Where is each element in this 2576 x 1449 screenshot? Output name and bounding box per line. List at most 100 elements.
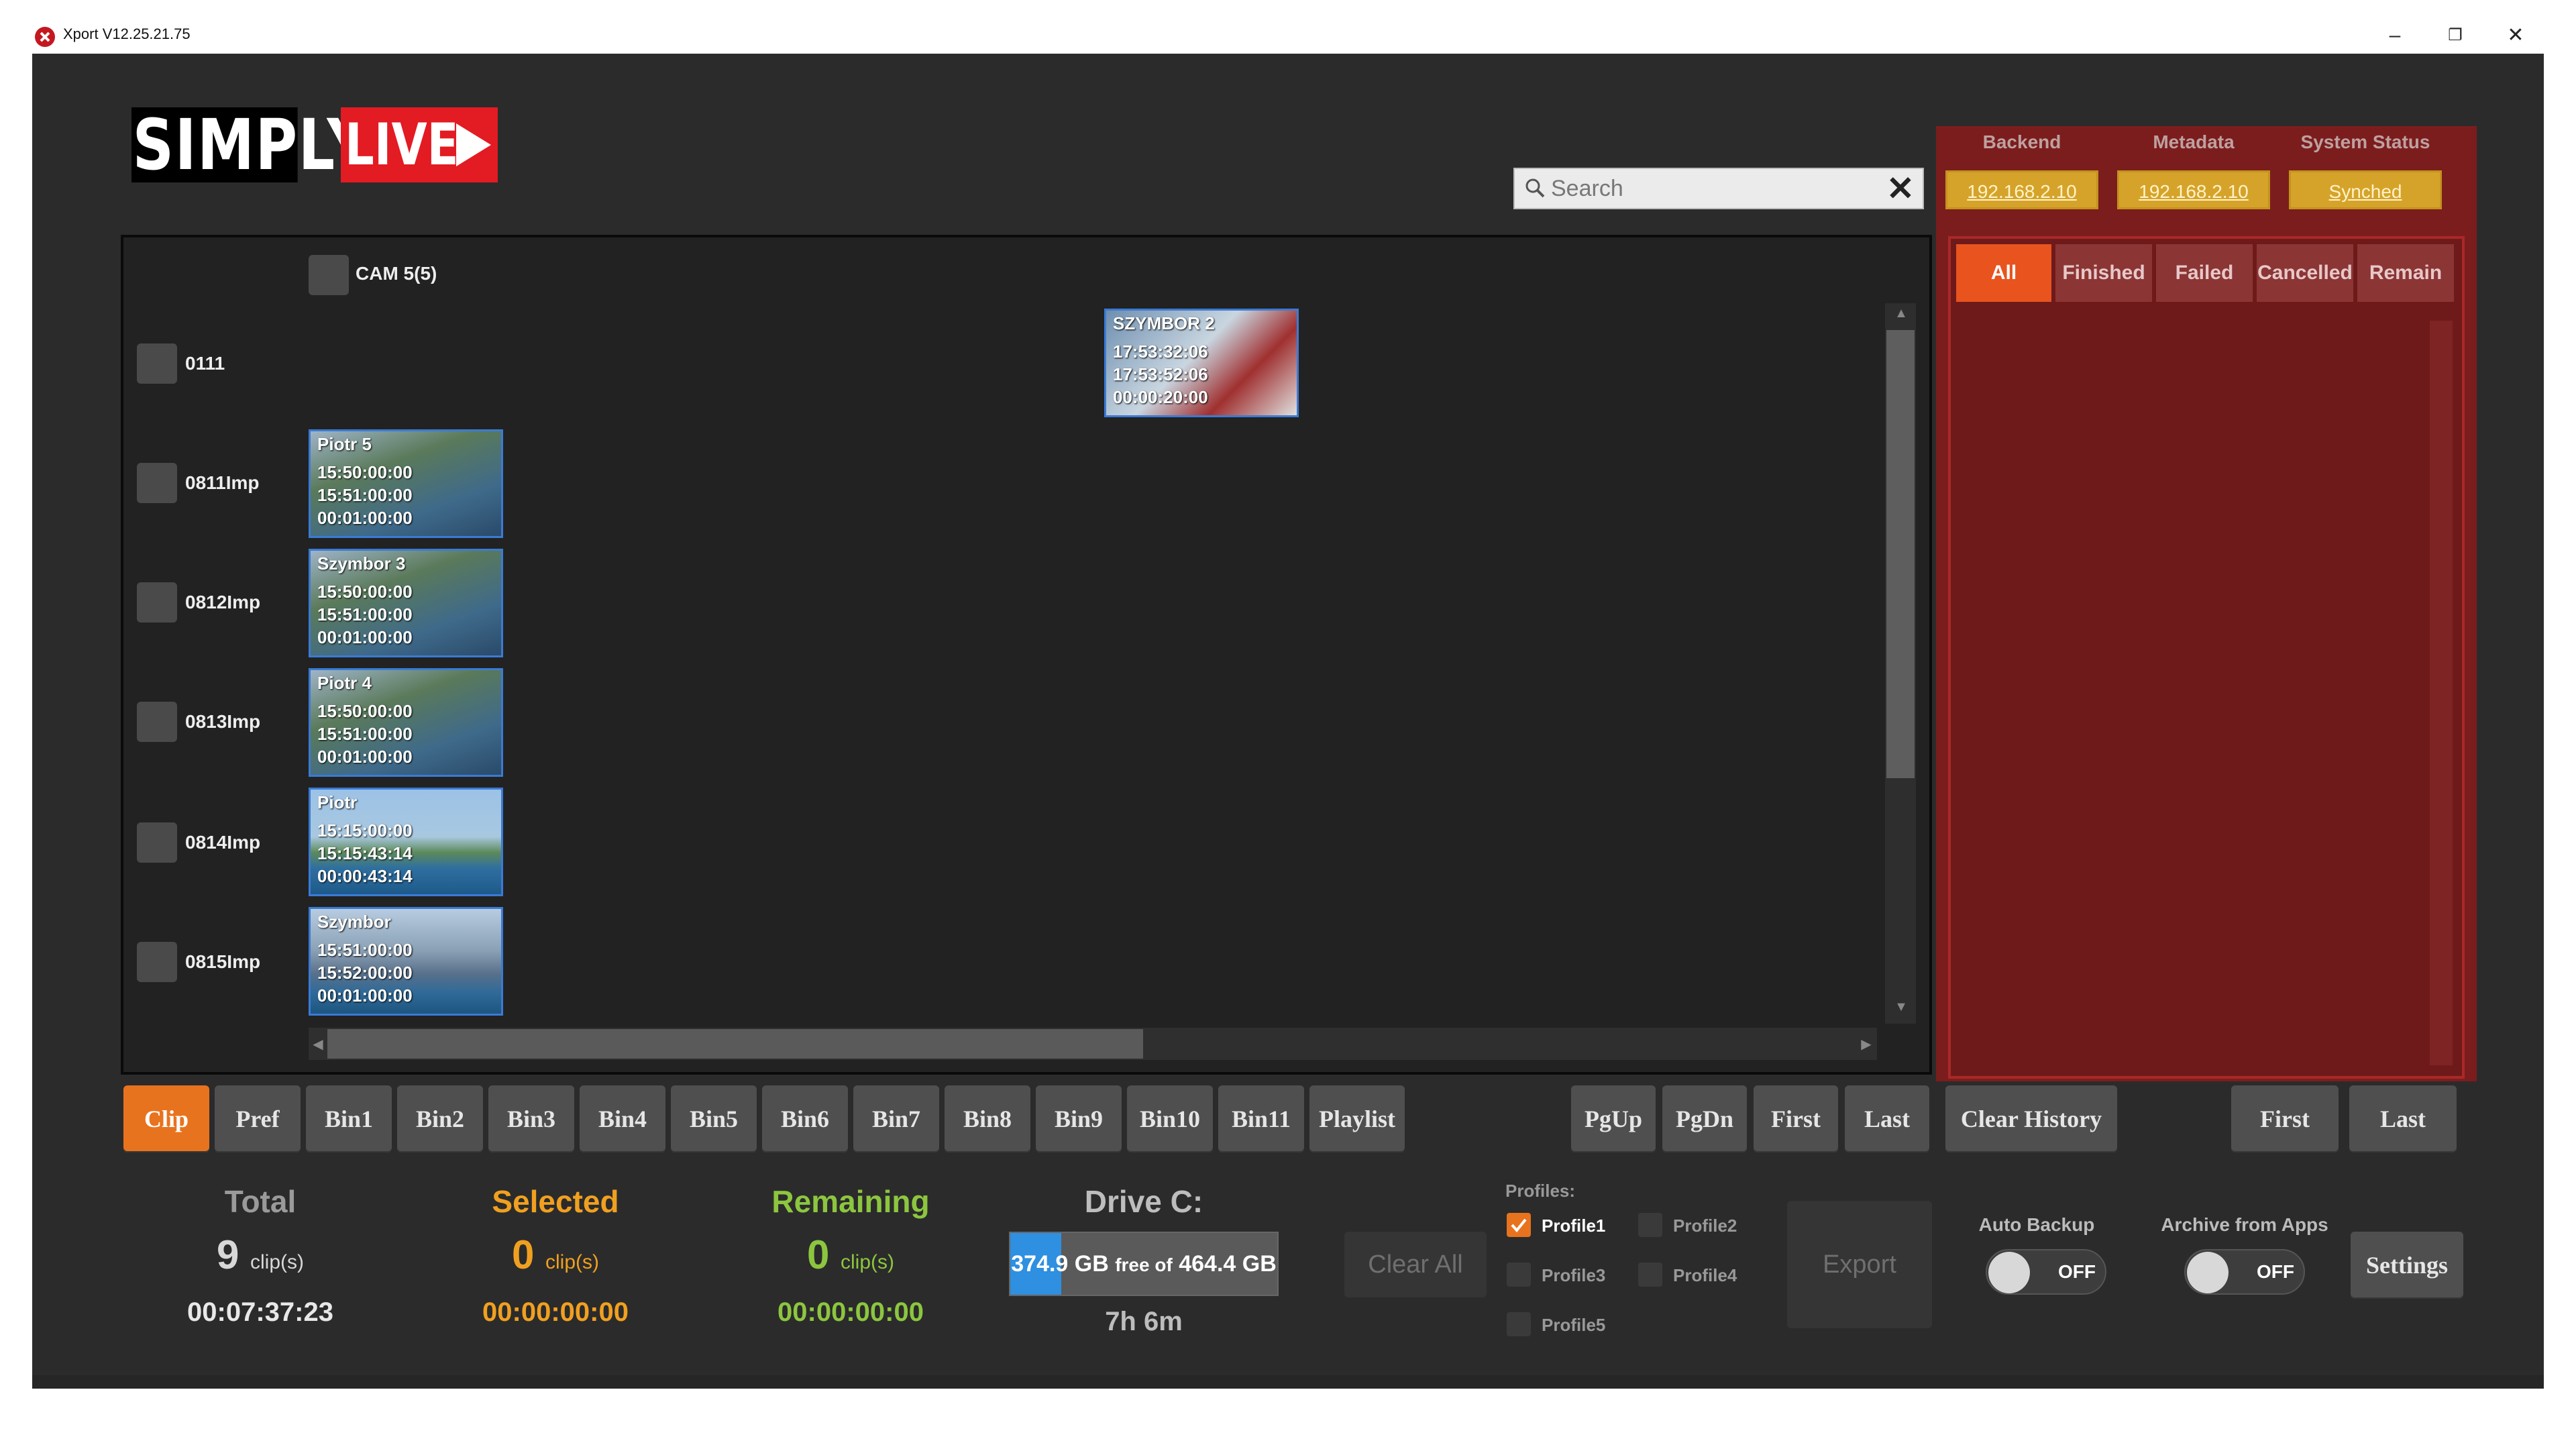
row-checkbox[interactable] [137,822,177,863]
profile3-label: Profile3 [1542,1265,1606,1285]
camera-checkbox[interactable] [309,255,349,295]
tab-bin9[interactable]: Bin9 [1036,1085,1122,1152]
clip-duration: 00:01:00:00 [317,747,413,767]
scroll-right-icon[interactable]: ▶ [1858,1036,1874,1053]
status-last-button[interactable]: Last [2349,1085,2457,1152]
clip-in: 15:50:00:00 [317,462,413,482]
logo-live: LIVE [345,111,459,178]
tab-bin11[interactable]: Bin11 [1218,1085,1304,1152]
tab-finished[interactable]: Finished [2055,244,2152,302]
app-icon [35,27,55,47]
clip-out: 15:52:00:00 [317,963,413,983]
tab-remain[interactable]: Remain [2357,244,2454,302]
pgdn-button[interactable]: PgDn [1662,1085,1747,1152]
window-bottom-edge [32,1375,2544,1389]
last-button[interactable]: Last [1845,1085,1929,1152]
row-checkbox[interactable] [137,463,177,503]
clip-out: 17:53:52:06 [1113,364,1208,384]
clip-thumbnail[interactable]: Piotr 4 15:50:00:00 15:51:00:00 00:01:00… [309,668,503,777]
clip-thumbnail[interactable]: Piotr 5 15:50:00:00 15:51:00:00 00:01:00… [309,429,503,538]
tab-all[interactable]: All [1956,244,2051,302]
row-label: 0111 [185,353,225,374]
auto-backup-label: Auto Backup [1978,1214,2095,1235]
remaining-label: Remaining [771,1184,930,1219]
metadata-badge[interactable]: 192.168.2.10 [2117,170,2270,209]
clip-in: 15:50:00:00 [317,701,413,721]
row-checkbox[interactable] [137,343,177,384]
first-button[interactable]: First [1754,1085,1838,1152]
total-count-row: 9 clip(s) [140,1232,381,1278]
status-scrollbar[interactable] [2430,321,2453,1065]
tab-failed[interactable]: Failed [2156,244,2253,302]
tab-bin3[interactable]: Bin3 [488,1085,574,1152]
clip-in: 15:15:00:00 [317,820,413,841]
row-label: 0814Imp [185,832,261,853]
scroll-down-icon[interactable]: ▼ [1888,1000,1915,1015]
search-input[interactable] [1550,170,1872,207]
scroll-up-icon[interactable]: ▲ [1888,306,1915,321]
export-button[interactable]: Export [1787,1201,1932,1328]
status-first-button[interactable]: First [2231,1085,2339,1152]
clear-all-button[interactable]: Clear All [1344,1232,1487,1297]
clip-out: 15:51:00:00 [317,604,413,625]
close-icon[interactable]: ✕ [2496,20,2536,51]
tab-bin4[interactable]: Bin4 [580,1085,665,1152]
scroll-left-icon[interactable]: ◀ [310,1036,326,1053]
profile5-label: Profile5 [1542,1315,1606,1335]
tab-cancelled[interactable]: Cancelled [2257,244,2353,302]
camera-label: CAM 5(5) [356,263,437,284]
profile1-label: Profile1 [1542,1216,1606,1236]
tab-bin10[interactable]: Bin10 [1127,1085,1213,1152]
tab-bin6[interactable]: Bin6 [762,1085,848,1152]
drive-total: 464.4 GB [1179,1251,1277,1277]
horizontal-scroll-thumb[interactable] [327,1029,1143,1059]
clip-duration: 00:01:00:00 [317,627,413,647]
tab-clip[interactable]: Clip [123,1085,209,1152]
remaining-unit: clip(s) [841,1251,895,1273]
profile4-checkbox[interactable] [1638,1263,1662,1287]
profiles-title: Profiles: [1505,1181,1576,1201]
tab-playlist[interactable]: Playlist [1309,1085,1405,1152]
restore-icon[interactable]: ❐ [2435,20,2475,51]
clip-in: 15:51:00:00 [317,940,413,960]
auto-backup-knob[interactable] [1988,1252,2030,1293]
clip-name: Piotr [317,792,358,812]
clip-name: SZYMBOR 2 [1113,313,1215,333]
profile3-checkbox[interactable] [1507,1263,1531,1287]
clip-thumbnail[interactable]: Szymbor 3 15:50:00:00 15:51:00:00 00:01:… [309,549,503,657]
clip-duration: 00:01:00:00 [317,508,413,528]
minimize-icon[interactable]: – [2375,20,2415,51]
remaining-time: 00:00:00:00 [777,1297,924,1327]
auto-backup-state: OFF [2058,1261,2096,1282]
archive-label: Archive from Apps [2161,1214,2328,1235]
tab-bin7[interactable]: Bin7 [853,1085,939,1152]
vertical-scroll-thumb[interactable] [1886,330,1915,778]
check-icon [1511,1218,1527,1233]
profile2-checkbox[interactable] [1638,1213,1662,1237]
settings-button[interactable]: Settings [2351,1232,2463,1299]
clip-thumbnail[interactable]: Szymbor 15:51:00:00 15:52:00:00 00:01:00… [309,907,503,1016]
clip-thumbnail[interactable]: Piotr 15:15:00:00 15:15:43:14 00:00:43:1… [309,788,503,896]
profile5-checkbox[interactable] [1507,1312,1531,1336]
backend-badge[interactable]: 192.168.2.10 [1945,170,2098,209]
row-checkbox[interactable] [137,942,177,982]
tab-bin5[interactable]: Bin5 [671,1085,757,1152]
tab-bin8[interactable]: Bin8 [945,1085,1030,1152]
row-label: 0812Imp [185,592,261,612]
clear-history-button[interactable]: Clear History [1945,1085,2117,1152]
system-status-badge[interactable]: Synched [2289,170,2442,209]
clear-search-icon[interactable]: ✕ [1884,172,1917,205]
archive-knob[interactable] [2187,1252,2229,1293]
tab-bin1[interactable]: Bin1 [306,1085,392,1152]
profile4-label: Profile4 [1673,1265,1737,1285]
tab-pref[interactable]: Pref [215,1085,301,1152]
row-checkbox[interactable] [137,582,177,623]
clip-thumbnail[interactable]: SZYMBOR 2 17:53:32:06 17:53:52:06 00:00:… [1104,309,1299,417]
tab-bin2[interactable]: Bin2 [397,1085,483,1152]
window-title: Xport V12.25.21.75 [63,25,191,42]
drive-time-left: 7h 6m [1105,1307,1183,1336]
profile1-checkbox[interactable] [1507,1213,1531,1237]
row-checkbox[interactable] [137,702,177,742]
pgup-button[interactable]: PgUp [1571,1085,1656,1152]
clip-out: 15:15:43:14 [317,843,413,863]
